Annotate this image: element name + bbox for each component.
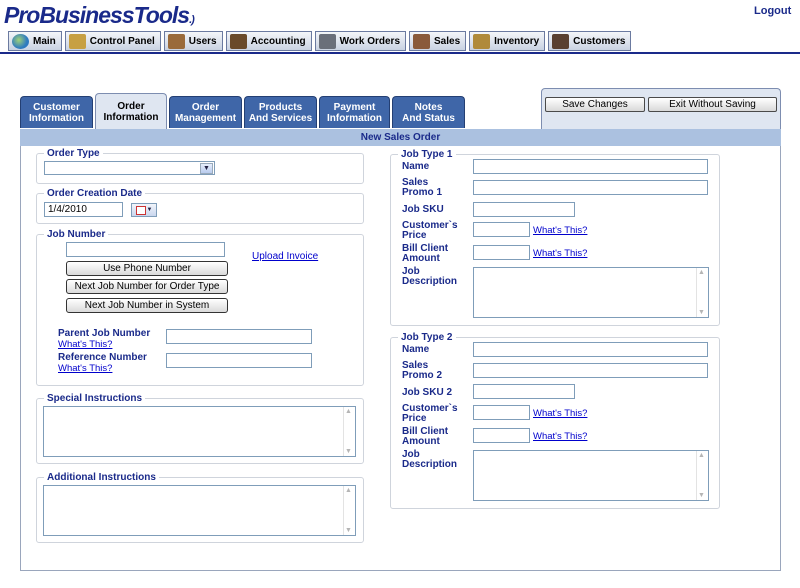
job-number-legend: Job Number: [44, 229, 109, 240]
chevron-down-icon: ▼: [146, 207, 153, 213]
nav-inventory[interactable]: Inventory: [469, 31, 546, 51]
nav-accounting[interactable]: Accounting: [225, 31, 312, 51]
parent-job-number-label: Parent Job Number: [58, 328, 151, 339]
save-changes-button[interactable]: Save Changes: [545, 97, 645, 112]
printer-icon: [318, 33, 336, 49]
chevron-down-icon: ▼: [200, 163, 213, 174]
tab-products-and-services[interactable]: Products And Services: [244, 96, 317, 128]
nav-work-orders[interactable]: Work Orders: [314, 31, 406, 51]
logout-link[interactable]: Logout: [754, 5, 791, 17]
job1-price-whats-this-link[interactable]: What's This?: [533, 225, 587, 236]
job1-name-input[interactable]: [473, 159, 708, 174]
use-phone-number-button[interactable]: Use Phone Number: [66, 261, 228, 276]
parent-job-number-input[interactable]: [166, 329, 312, 344]
additional-instructions-textarea[interactable]: [43, 485, 356, 536]
job-number-input[interactable]: [66, 242, 225, 257]
wrench-icon: [68, 33, 86, 49]
customers-icon: [552, 33, 570, 49]
order-date-input[interactable]: 1/4/2010: [44, 202, 123, 217]
job1-sku-label: Job SKU: [402, 204, 444, 215]
job2-price-label: Customer`s Price: [402, 403, 458, 424]
calendar-button[interactable]: ▼: [131, 203, 157, 217]
job2-bill-label: Bill Client Amount: [402, 426, 449, 447]
special-instructions-legend: Special Instructions: [44, 393, 146, 404]
app-logo: ProBusinessTools.): [4, 2, 195, 28]
job2-price-whats-this-link[interactable]: What's This?: [533, 408, 587, 419]
order-type-legend: Order Type: [44, 148, 103, 159]
job2-bill-input[interactable]: [473, 428, 530, 443]
job1-name-label: Name: [402, 161, 430, 172]
job1-price-label: Customer`s Price: [402, 220, 458, 241]
job1-bill-input[interactable]: [473, 245, 530, 260]
additional-instructions-legend: Additional Instructions: [44, 472, 159, 483]
exit-without-saving-button[interactable]: Exit Without Saving: [648, 97, 777, 112]
job1-description-textarea[interactable]: [473, 267, 709, 318]
tab-order-information[interactable]: Order Information: [95, 93, 167, 130]
textarea-scrollbar[interactable]: [696, 451, 708, 500]
textarea-scrollbar[interactable]: [696, 268, 708, 317]
nav-divider: [0, 52, 800, 54]
globe-icon: [12, 33, 29, 49]
reference-number-label: Reference Number: [58, 352, 147, 363]
special-instructions-textarea[interactable]: [43, 406, 356, 457]
tab-customer-information[interactable]: Customer Information: [20, 96, 93, 128]
job2-name-input[interactable]: [473, 342, 708, 357]
job1-bill-whats-this-link[interactable]: What's This?: [533, 248, 587, 259]
next-job-number-system-button[interactable]: Next Job Number in System: [66, 298, 228, 313]
tab-order-management[interactable]: Order Management: [169, 96, 242, 128]
job2-sku-input[interactable]: [473, 384, 575, 399]
reference-whats-this-link[interactable]: What's This?: [58, 363, 112, 374]
order-type-select[interactable]: ▼: [44, 161, 215, 175]
job-type-1-legend: Job Type 1: [398, 149, 456, 160]
order-date-legend: Order Creation Date: [44, 188, 146, 199]
job1-bill-label: Bill Client Amount: [402, 243, 449, 264]
calendar-icon: [135, 205, 146, 215]
job1-promo-input[interactable]: [473, 180, 708, 195]
job2-description-textarea[interactable]: [473, 450, 709, 501]
form-title: New Sales Order: [20, 129, 781, 146]
job2-name-label: Name: [402, 344, 430, 355]
main-navigation: Main Control Panel Users Accounting Work…: [8, 31, 632, 53]
tab-notes-and-status[interactable]: Notes And Status: [392, 96, 465, 128]
job2-promo-label: Sales Promo 2: [402, 360, 443, 381]
upload-invoice-link[interactable]: Upload Invoice: [252, 251, 318, 262]
salesperson-icon: [413, 33, 430, 49]
textarea-scrollbar[interactable]: [343, 486, 355, 535]
tab-payment-information[interactable]: Payment Information: [319, 96, 390, 128]
parent-whats-this-link[interactable]: What's This?: [58, 339, 112, 350]
box-icon: [473, 33, 491, 49]
nav-main[interactable]: Main: [8, 31, 62, 51]
job-type-2-legend: Job Type 2: [398, 332, 456, 343]
job2-sku-label: Job SKU 2: [402, 387, 453, 398]
job2-promo-input[interactable]: [473, 363, 708, 378]
nav-users[interactable]: Users: [163, 31, 223, 51]
nav-control-panel[interactable]: Control Panel: [64, 31, 161, 51]
job1-description-label: Job Description: [402, 266, 458, 287]
job1-price-input[interactable]: [473, 222, 530, 237]
next-job-number-order-type-button[interactable]: Next Job Number for Order Type: [66, 279, 228, 294]
nav-customers[interactable]: Customers: [548, 31, 632, 51]
nav-sales[interactable]: Sales: [409, 31, 467, 51]
textarea-scrollbar[interactable]: [343, 407, 355, 456]
accountant-icon: [229, 33, 247, 49]
job1-promo-label: Sales Promo 1: [402, 177, 443, 198]
users-icon: [167, 33, 185, 49]
job1-sku-input[interactable]: [473, 202, 575, 217]
reference-number-input[interactable]: [166, 353, 312, 368]
job2-price-input[interactable]: [473, 405, 530, 420]
job2-bill-whats-this-link[interactable]: What's This?: [533, 431, 587, 442]
job2-description-label: Job Description: [402, 449, 458, 470]
